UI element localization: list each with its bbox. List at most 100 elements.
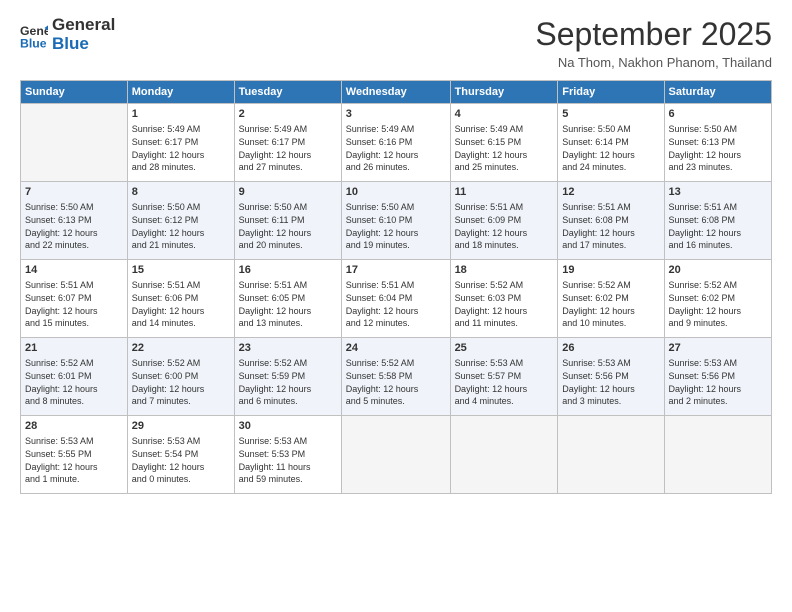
calendar-cell: 15Sunrise: 5:51 AMSunset: 6:06 PMDayligh… xyxy=(127,260,234,338)
calendar-cell: 20Sunrise: 5:52 AMSunset: 6:02 PMDayligh… xyxy=(664,260,771,338)
day-number: 18 xyxy=(455,263,554,278)
day-info: and 17 minutes. xyxy=(562,239,659,252)
day-number: 5 xyxy=(562,107,659,122)
day-info: Sunset: 5:55 PM xyxy=(25,448,123,461)
day-number: 8 xyxy=(132,185,230,200)
calendar-cell: 24Sunrise: 5:52 AMSunset: 5:58 PMDayligh… xyxy=(341,338,450,416)
day-info: Sunrise: 5:53 AM xyxy=(239,435,337,448)
day-info: Sunrise: 5:52 AM xyxy=(455,279,554,292)
day-info: and 22 minutes. xyxy=(25,239,123,252)
day-info: and 14 minutes. xyxy=(132,317,230,330)
header-row: Sunday Monday Tuesday Wednesday Thursday… xyxy=(21,81,772,104)
day-number: 12 xyxy=(562,185,659,200)
day-info: and 26 minutes. xyxy=(346,161,446,174)
calendar-cell xyxy=(21,104,128,182)
day-info: Sunset: 6:02 PM xyxy=(562,292,659,305)
day-info: Sunrise: 5:50 AM xyxy=(239,201,337,214)
day-info: and 20 minutes. xyxy=(239,239,337,252)
day-info: Sunset: 6:01 PM xyxy=(25,370,123,383)
calendar-cell: 12Sunrise: 5:51 AMSunset: 6:08 PMDayligh… xyxy=(558,182,664,260)
day-number: 21 xyxy=(25,341,123,356)
day-info: and 24 minutes. xyxy=(562,161,659,174)
day-info: Sunset: 6:07 PM xyxy=(25,292,123,305)
col-friday: Friday xyxy=(558,81,664,104)
calendar-cell: 9Sunrise: 5:50 AMSunset: 6:11 PMDaylight… xyxy=(234,182,341,260)
day-info: Sunrise: 5:53 AM xyxy=(562,357,659,370)
day-info: Sunrise: 5:53 AM xyxy=(669,357,767,370)
day-info: and 8 minutes. xyxy=(25,395,123,408)
calendar-cell: 7Sunrise: 5:50 AMSunset: 6:13 PMDaylight… xyxy=(21,182,128,260)
calendar-cell: 16Sunrise: 5:51 AMSunset: 6:05 PMDayligh… xyxy=(234,260,341,338)
svg-text:Blue: Blue xyxy=(20,36,47,49)
day-info: Sunrise: 5:49 AM xyxy=(132,123,230,136)
day-info: Daylight: 12 hours xyxy=(346,305,446,318)
day-number: 11 xyxy=(455,185,554,200)
day-info: Daylight: 12 hours xyxy=(455,227,554,240)
calendar-cell xyxy=(558,416,664,494)
calendar-cell: 23Sunrise: 5:52 AMSunset: 5:59 PMDayligh… xyxy=(234,338,341,416)
header: General Blue General Blue September 2025… xyxy=(20,16,772,70)
day-info: Daylight: 12 hours xyxy=(562,383,659,396)
day-info: Daylight: 12 hours xyxy=(455,149,554,162)
day-info: Sunset: 6:08 PM xyxy=(562,214,659,227)
day-info: Daylight: 12 hours xyxy=(25,383,123,396)
calendar-cell: 17Sunrise: 5:51 AMSunset: 6:04 PMDayligh… xyxy=(341,260,450,338)
day-info: and 4 minutes. xyxy=(455,395,554,408)
day-info: Sunrise: 5:52 AM xyxy=(132,357,230,370)
day-info: and 18 minutes. xyxy=(455,239,554,252)
day-info: Daylight: 12 hours xyxy=(562,149,659,162)
day-info: Daylight: 12 hours xyxy=(25,227,123,240)
calendar-page: General Blue General Blue September 2025… xyxy=(0,0,792,612)
day-info: Daylight: 12 hours xyxy=(132,461,230,474)
calendar-cell: 29Sunrise: 5:53 AMSunset: 5:54 PMDayligh… xyxy=(127,416,234,494)
day-info: Sunrise: 5:49 AM xyxy=(455,123,554,136)
calendar-cell: 30Sunrise: 5:53 AMSunset: 5:53 PMDayligh… xyxy=(234,416,341,494)
day-number: 28 xyxy=(25,419,123,434)
day-info: Sunrise: 5:49 AM xyxy=(346,123,446,136)
day-info: Sunset: 5:58 PM xyxy=(346,370,446,383)
day-info: Sunset: 5:56 PM xyxy=(562,370,659,383)
day-info: Sunset: 6:05 PM xyxy=(239,292,337,305)
day-info: Sunrise: 5:52 AM xyxy=(669,279,767,292)
calendar-week-4: 28 Sunrise: 5:53 AM Sunset: 5:55 PM Dayligh… xyxy=(21,416,772,494)
day-info: Sunrise: 5:51 AM xyxy=(562,201,659,214)
day-info: Daylight: 12 hours xyxy=(132,305,230,318)
day-info: Sunrise: 5:51 AM xyxy=(239,279,337,292)
day-number: 30 xyxy=(239,419,337,434)
col-thursday: Thursday xyxy=(450,81,558,104)
day-info: and 0 minutes. xyxy=(132,473,230,486)
calendar-cell: 27Sunrise: 5:53 AMSunset: 5:56 PMDayligh… xyxy=(664,338,771,416)
day-info: Sunrise: 5:52 AM xyxy=(239,357,337,370)
day-info: Sunset: 6:10 PM xyxy=(346,214,446,227)
calendar-cell: 3Sunrise: 5:49 AMSunset: 6:16 PMDaylight… xyxy=(341,104,450,182)
col-sunday: Sunday xyxy=(21,81,128,104)
col-wednesday: Wednesday xyxy=(341,81,450,104)
day-info: Sunset: 6:02 PM xyxy=(669,292,767,305)
day-number: 16 xyxy=(239,263,337,278)
day-info: and 1 minute. xyxy=(25,473,123,486)
day-info: Sunrise: 5:49 AM xyxy=(239,123,337,136)
day-info: Daylight: 12 hours xyxy=(239,149,337,162)
day-info: and 16 minutes. xyxy=(669,239,767,252)
day-info: Daylight: 12 hours xyxy=(562,227,659,240)
day-info: Daylight: 12 hours xyxy=(132,227,230,240)
day-info: Sunset: 6:13 PM xyxy=(669,136,767,149)
logo-icon: General Blue xyxy=(20,21,48,49)
day-info: and 7 minutes. xyxy=(132,395,230,408)
day-number: 25 xyxy=(455,341,554,356)
day-number: 13 xyxy=(669,185,767,200)
day-info: and 11 minutes. xyxy=(455,317,554,330)
day-number: 26 xyxy=(562,341,659,356)
day-number: 27 xyxy=(669,341,767,356)
day-info: and 3 minutes. xyxy=(562,395,659,408)
day-number: 14 xyxy=(25,263,123,278)
day-info: Sunset: 6:16 PM xyxy=(346,136,446,149)
calendar-cell: 13Sunrise: 5:51 AMSunset: 6:08 PMDayligh… xyxy=(664,182,771,260)
day-number: 9 xyxy=(239,185,337,200)
day-number: 24 xyxy=(346,341,446,356)
day-number: 1 xyxy=(132,107,230,122)
day-info: Daylight: 12 hours xyxy=(562,305,659,318)
calendar-cell: 21Sunrise: 5:52 AMSunset: 6:01 PMDayligh… xyxy=(21,338,128,416)
day-info: Sunrise: 5:52 AM xyxy=(25,357,123,370)
calendar-cell: 19Sunrise: 5:52 AMSunset: 6:02 PMDayligh… xyxy=(558,260,664,338)
